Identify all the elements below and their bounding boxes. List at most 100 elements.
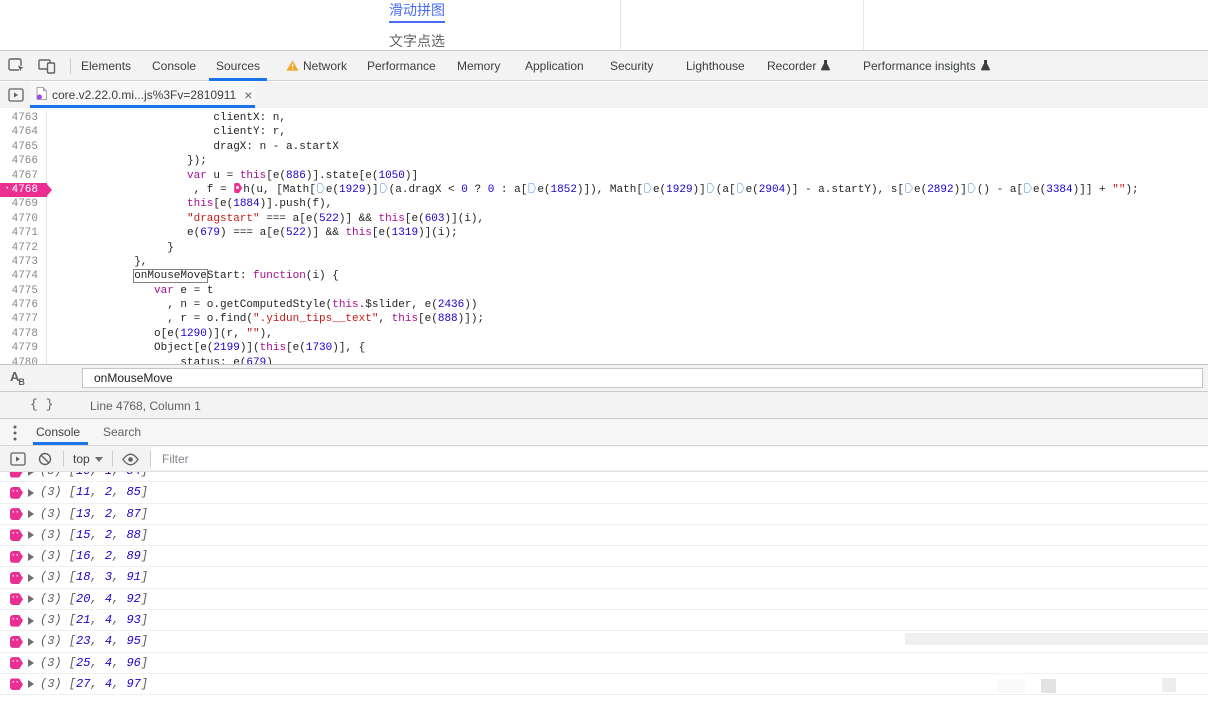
code-text[interactable]: clientX: n, xyxy=(47,111,286,125)
inline-breakpoint-icon[interactable] xyxy=(317,183,325,193)
line-number[interactable]: 4777 xyxy=(0,312,47,326)
code-text[interactable]: , r = o.find(".yidun_tips__text", this[e… xyxy=(47,312,484,326)
expand-icon[interactable] xyxy=(28,595,34,603)
code-line[interactable]: 4776, n = o.getComputedStyle(this.$slide… xyxy=(0,298,1208,312)
page-tab-slide-puzzle[interactable]: 滑动拼图 xyxy=(389,0,445,23)
line-number[interactable]: 4764 xyxy=(0,125,47,139)
console-log-row[interactable]: ··(3) [18, 3, 91] xyxy=(0,567,1208,588)
array-preview[interactable]: (3) [15, 2, 88] xyxy=(40,528,148,542)
tab-security[interactable]: Security xyxy=(610,51,653,81)
code-text[interactable]: Object[e(2199)](this[e(1730)], { xyxy=(47,341,365,355)
inspect-element-icon[interactable] xyxy=(8,58,27,79)
code-line[interactable]: 4771e(679) === a[e(522)] && this[e(1319)… xyxy=(0,226,1208,240)
more-options-icon[interactable] xyxy=(13,425,17,446)
line-number[interactable]: 4776 xyxy=(0,298,47,312)
code-text[interactable]: "dragstart" === a[e(522)] && this[e(603)… xyxy=(47,212,484,226)
drawer-tab-search[interactable]: Search xyxy=(103,419,141,446)
code-line[interactable]: 4763clientX: n, xyxy=(0,111,1208,125)
inline-breakpoint-icon[interactable] xyxy=(644,183,652,193)
line-number[interactable]: 4780 xyxy=(0,356,47,364)
console-sidebar-toggle-icon[interactable] xyxy=(10,452,26,471)
tab-network[interactable]: Network xyxy=(286,51,347,81)
console-message-list[interactable]: ··(3) [10, 1, 84]··(3) [11, 2, 85] ··(3) … xyxy=(0,472,1208,710)
line-number[interactable]: 4767 xyxy=(0,169,47,183)
code-line[interactable]: 4772} xyxy=(0,241,1208,255)
device-toolbar-icon[interactable] xyxy=(38,58,56,79)
code-text[interactable]: }, xyxy=(47,255,147,269)
expand-icon[interactable] xyxy=(28,680,34,688)
console-log-row[interactable]: ··(3) [11, 2, 85] xyxy=(0,482,1208,503)
expand-icon[interactable] xyxy=(28,638,34,646)
line-number[interactable]: 4766 xyxy=(0,154,47,168)
expand-icon[interactable] xyxy=(28,659,34,667)
live-expression-eye-icon[interactable] xyxy=(122,453,139,471)
array-preview[interactable]: (3) [11, 2, 85] xyxy=(40,485,148,499)
line-number[interactable]: 4770 xyxy=(0,212,47,226)
console-log-row[interactable]: ··(3) [21, 4, 93] xyxy=(0,610,1208,631)
code-text[interactable]: clientY: r, xyxy=(47,125,286,139)
code-line[interactable]: 4774onMouseMoveStart: function(i) { xyxy=(0,269,1208,283)
expand-icon[interactable] xyxy=(28,531,34,539)
array-preview[interactable]: (3) [18, 3, 91] xyxy=(40,570,148,584)
code-line[interactable]: 4780status: e(679) xyxy=(0,356,1208,364)
code-text[interactable]: e(679) === a[e(522)] && this[e(1319)](i)… xyxy=(47,226,458,240)
code-line[interactable]: 4768, f = h(u, [Math[e(1929)](a.dragX < … xyxy=(0,183,1208,197)
code-line[interactable]: 4777, r = o.find(".yidun_tips__text", th… xyxy=(0,312,1208,326)
inline-breakpoint-icon[interactable] xyxy=(968,183,976,193)
line-number[interactable]: 4772 xyxy=(0,241,47,255)
code-text[interactable]: , n = o.getComputedStyle(this.$slider, e… xyxy=(47,298,477,312)
clear-console-icon[interactable] xyxy=(38,452,52,471)
line-number[interactable]: 4778 xyxy=(0,327,47,341)
tab-lighthouse[interactable]: Lighthouse xyxy=(686,51,745,81)
expand-icon[interactable] xyxy=(28,472,34,476)
code-line[interactable]: 4779Object[e(2199)](this[e(1730)], { xyxy=(0,341,1208,355)
inline-breakpoint-icon[interactable] xyxy=(707,183,715,193)
code-editor[interactable]: 4763clientX: n,4764clientY: r,4765dragX:… xyxy=(0,108,1208,364)
code-line[interactable]: 4764clientY: r, xyxy=(0,125,1208,139)
line-number[interactable]: 4769 xyxy=(0,197,47,211)
tab-memory[interactable]: Memory xyxy=(457,51,500,81)
console-log-row[interactable]: ··(3) [15, 2, 88] xyxy=(0,525,1208,546)
expand-icon[interactable] xyxy=(28,553,34,561)
code-line[interactable]: 4769this[e(1884)].push(f), xyxy=(0,197,1208,211)
tab-sources[interactable]: Sources xyxy=(216,51,260,81)
inline-breakpoint-icon[interactable] xyxy=(1024,183,1032,193)
inline-breakpoint-icon[interactable] xyxy=(380,183,388,193)
tab-performance-insights[interactable]: Performance insights xyxy=(863,51,990,81)
expand-icon[interactable] xyxy=(28,489,34,497)
code-line[interactable]: 4766}); xyxy=(0,154,1208,168)
array-preview[interactable]: (3) [13, 2, 87] xyxy=(40,507,148,521)
code-text[interactable]: }); xyxy=(47,154,207,168)
console-log-row[interactable]: ··(3) [20, 4, 92] xyxy=(0,589,1208,610)
code-line[interactable]: 4767var u = this[e(886)].state[e(1050)] xyxy=(0,169,1208,183)
page-tab-text-click[interactable]: 文字点选 xyxy=(389,31,445,51)
code-text[interactable]: } xyxy=(47,241,174,255)
code-line[interactable]: 4770"dragstart" === a[e(522)] && this[e(… xyxy=(0,212,1208,226)
console-log-row[interactable]: ··(3) [27, 4, 97] xyxy=(0,674,1208,695)
logpoint-badge[interactable]: 4768 xyxy=(0,183,47,197)
tab-performance[interactable]: Performance xyxy=(367,51,436,81)
line-number[interactable]: 4771 xyxy=(0,226,47,240)
console-log-row[interactable]: ··(3) [10, 1, 84] xyxy=(0,472,1208,482)
code-text[interactable]: , f = h(u, [Math[e(1929)](a.dragX < 0 ? … xyxy=(47,183,1139,197)
inline-breakpoint-icon[interactable] xyxy=(737,183,745,193)
tab-console[interactable]: Console xyxy=(152,51,196,81)
code-text[interactable]: var e = t xyxy=(47,284,213,298)
match-case-icon[interactable]: AB xyxy=(10,369,25,387)
console-log-row[interactable]: ··(3) [16, 2, 89] xyxy=(0,546,1208,567)
pretty-print-icon[interactable]: { } xyxy=(30,397,53,412)
line-number[interactable]: 4773 xyxy=(0,255,47,269)
line-number[interactable]: 4775 xyxy=(0,284,47,298)
code-text[interactable]: onMouseMoveStart: function(i) { xyxy=(47,269,339,283)
array-preview[interactable]: (3) [20, 4, 92] xyxy=(40,592,148,606)
code-text[interactable]: status: e(679) xyxy=(47,356,273,364)
console-log-row[interactable]: ··(3) [25, 4, 96] xyxy=(0,653,1208,674)
code-text[interactable]: this[e(1884)].push(f), xyxy=(47,197,332,211)
code-line[interactable]: 4778o[e(1290)](r, ""), xyxy=(0,327,1208,341)
code-line[interactable]: 4775var e = t xyxy=(0,284,1208,298)
tab-recorder[interactable]: Recorder xyxy=(767,51,830,81)
navigator-toggle-icon[interactable] xyxy=(8,88,24,107)
inline-breakpoint-active-icon[interactable] xyxy=(234,183,242,193)
expand-icon[interactable] xyxy=(28,617,34,625)
array-preview[interactable]: (3) [23, 4, 95] xyxy=(40,634,148,648)
